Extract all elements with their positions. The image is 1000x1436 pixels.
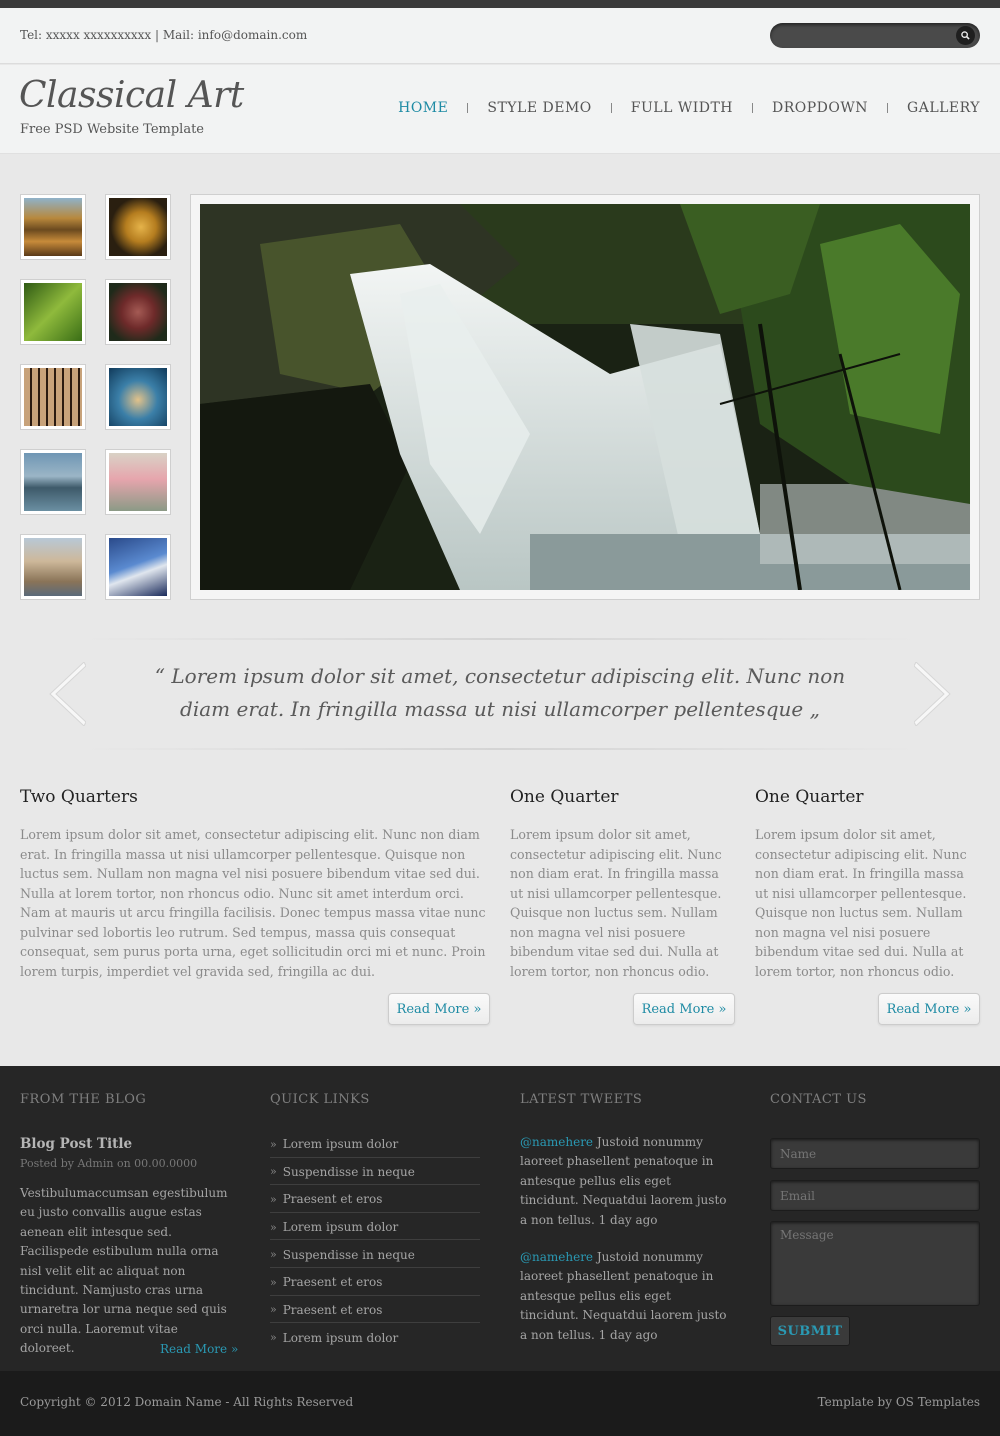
bullet-icon: » — [270, 1303, 277, 1317]
quick-link-label: Lorem ipsum dolor — [282, 1330, 399, 1345]
contact-info: Tel: xxxxx xxxxxxxxxx | Mail: info@domai… — [20, 28, 308, 42]
thumbnail-lake[interactable] — [20, 194, 86, 260]
search-box — [770, 23, 980, 48]
bullet-icon: » — [270, 1165, 277, 1179]
search-icon — [961, 31, 970, 40]
template-credit-link[interactable]: Template by OS Templates — [818, 1395, 980, 1409]
arrow-left-icon[interactable] — [48, 662, 86, 726]
blog-post-meta: Posted by Admin on 00.00.0000 — [20, 1157, 198, 1170]
tweet: @namehere Justoid nonummy laoreet phasel… — [520, 1133, 730, 1230]
quote-divider-top — [80, 638, 920, 640]
quick-link[interactable]: » Praesent et eros — [270, 1268, 480, 1296]
blog-post-title[interactable]: Blog Post Title — [20, 1136, 132, 1152]
column-two-quarters: Two Quarters Lorem ipsum dolor sit amet,… — [20, 787, 490, 981]
nav-divider — [752, 103, 754, 113]
search-button[interactable] — [956, 26, 975, 45]
quick-link-label: Praesent et eros — [282, 1302, 383, 1317]
bullet-icon: » — [270, 1137, 277, 1151]
quick-links-list: » Lorem ipsum dolor » Suspendisse in neque… — [270, 1130, 480, 1351]
read-more-button[interactable]: Read More » — [633, 993, 735, 1025]
quick-link-label: Praesent et eros — [282, 1275, 383, 1290]
read-more-button[interactable]: Read More » — [388, 993, 490, 1025]
search-input[interactable] — [780, 27, 950, 44]
bullet-icon: » — [270, 1248, 277, 1262]
quick-link[interactable]: » Suspendisse in neque — [270, 1158, 480, 1186]
quick-link[interactable]: » Lorem ipsum dolor — [270, 1323, 480, 1351]
nav-dropdown[interactable]: DROPDOWN — [772, 100, 868, 116]
read-more-button[interactable]: Read More » — [878, 993, 980, 1025]
quick-link-label: Praesent et eros — [282, 1192, 383, 1207]
quote-text: “ Lorem ipsum dolor sit amet, consectetu… — [154, 664, 846, 721]
thumbnail-rose[interactable] — [105, 279, 171, 345]
column-title: Two Quarters — [20, 787, 138, 807]
thumbnail-piano[interactable] — [20, 364, 86, 430]
nav-style-demo[interactable]: STYLE DEMO — [487, 100, 591, 116]
thumbnail-castle[interactable] — [20, 534, 86, 600]
nav-divider — [887, 103, 889, 113]
thumbnail-flamingos[interactable] — [105, 449, 171, 515]
thumbnail-caterpillar[interactable] — [20, 279, 86, 345]
tweet-handle[interactable]: @namehere — [520, 1250, 593, 1264]
thumbnail-saxophone[interactable] — [105, 194, 171, 260]
thumbnail-bridge[interactable] — [105, 534, 171, 600]
contact-name-field[interactable] — [770, 1138, 980, 1169]
quick-link-label: Lorem ipsum dolor — [282, 1220, 399, 1235]
site-title[interactable]: Classical Art — [19, 75, 244, 116]
tweet-handle[interactable]: @namehere — [520, 1135, 593, 1149]
blog-post-excerpt: Vestibulumaccumsan egestibulum eu justo … — [20, 1186, 228, 1356]
bullet-icon: » — [270, 1220, 277, 1234]
nav-full-width[interactable]: FULL WIDTH — [631, 100, 733, 116]
bullet-icon: » — [270, 1275, 277, 1289]
main-nav: HOME STYLE DEMO FULL WIDTH DROPDOWN GALL… — [398, 100, 980, 116]
footer: FROM THE BLOG Blog Post Title Posted by … — [0, 1066, 1000, 1371]
nav-gallery[interactable]: GALLERY — [907, 100, 980, 116]
quick-link-label: Lorem ipsum dolor — [282, 1137, 399, 1152]
quick-link[interactable]: » Lorem ipsum dolor — [270, 1130, 480, 1158]
bullet-icon: » — [270, 1192, 277, 1206]
nav-divider — [467, 103, 469, 113]
blog-read-more-link[interactable]: Read More » — [160, 1342, 238, 1356]
column-title: One Quarter — [755, 787, 864, 807]
top-strip — [0, 0, 1000, 8]
quote-divider-bottom — [80, 748, 920, 750]
top-bar: Tel: xxxxx xxxxxxxxxx | Mail: info@domai… — [0, 8, 1000, 64]
arrow-right-icon[interactable] — [914, 662, 952, 726]
thumbnail-harbor[interactable] — [20, 449, 86, 515]
quick-link[interactable]: » Praesent et eros — [270, 1296, 480, 1324]
tweet: @namehere Justoid nonummy laoreet phasel… — [520, 1248, 730, 1345]
quick-link-label: Suspendisse in neque — [282, 1164, 415, 1179]
quote-section: “ Lorem ipsum dolor sit amet, consectetu… — [0, 638, 1000, 750]
quick-link-label: Suspendisse in neque — [282, 1247, 415, 1262]
nav-home[interactable]: HOME — [398, 100, 448, 116]
bullet-icon: » — [270, 1331, 277, 1345]
quick-link[interactable]: » Suspendisse in neque — [270, 1240, 480, 1268]
copyright-text: Copyright © 2012 Domain Name - All Right… — [20, 1395, 354, 1409]
quick-link[interactable]: » Lorem ipsum dolor — [270, 1213, 480, 1241]
footer-heading-tweets: LATEST TWEETS — [520, 1092, 643, 1107]
submit-button[interactable]: SUBMIT — [770, 1316, 850, 1346]
featured-image-waterfall — [200, 204, 970, 590]
featured-slider[interactable] — [190, 194, 980, 600]
contact-message-field[interactable] — [770, 1221, 980, 1306]
contact-email-field[interactable] — [770, 1180, 980, 1211]
column-text: Lorem ipsum dolor sit amet, consectetur … — [755, 827, 967, 979]
footer-heading-contact: CONTACT US — [770, 1092, 867, 1107]
quick-link[interactable]: » Praesent et eros — [270, 1185, 480, 1213]
footer-heading-blog: FROM THE BLOG — [20, 1092, 147, 1107]
column-text: Lorem ipsum dolor sit amet, consectetur … — [510, 827, 722, 979]
column-title: One Quarter — [510, 787, 619, 807]
nav-divider — [610, 103, 612, 113]
thumbnail-lionfish[interactable] — [105, 364, 171, 430]
site-subtitle: Free PSD Website Template — [20, 122, 204, 137]
header: Classical Art Free PSD Website Template … — [0, 65, 1000, 154]
column-text: Lorem ipsum dolor sit amet, consectetur … — [20, 827, 486, 979]
footer-heading-links: QUICK LINKS — [270, 1092, 370, 1107]
column-one-quarter: One Quarter Lorem ipsum dolor sit amet, … — [510, 787, 735, 981]
bottom-bar: Copyright © 2012 Domain Name - All Right… — [0, 1371, 1000, 1436]
column-one-quarter: One Quarter Lorem ipsum dolor sit amet, … — [755, 787, 980, 981]
